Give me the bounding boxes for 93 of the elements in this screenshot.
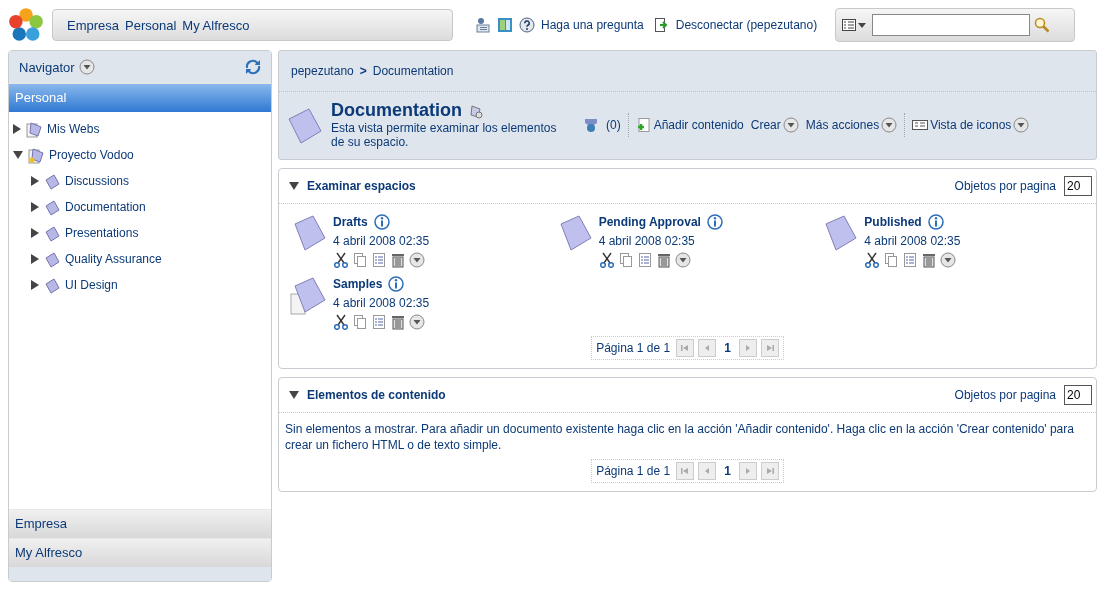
- menu-link[interactable]: Empresa: [67, 17, 120, 33]
- expander-icon[interactable]: [31, 280, 39, 290]
- space-icon: [25, 120, 43, 138]
- info-icon[interactable]: [388, 276, 405, 292]
- page-label: Página 1 de 1: [596, 341, 671, 355]
- help-link[interactable]: Haga una pregunta: [541, 18, 644, 32]
- help-icon[interactable]: [519, 17, 535, 33]
- collapse-icon[interactable]: [289, 182, 299, 190]
- info-icon[interactable]: [927, 214, 944, 230]
- breadcrumb-separator: >: [359, 64, 367, 78]
- space-date: 4 abril 2008 02:35: [864, 234, 961, 248]
- cut-icon[interactable]: [598, 252, 615, 268]
- delete-icon[interactable]: [390, 252, 406, 268]
- tree-item[interactable]: UI Design: [9, 272, 271, 298]
- expander-icon[interactable]: [31, 202, 39, 212]
- cut-icon[interactable]: [333, 314, 349, 330]
- cut-icon[interactable]: [333, 252, 349, 268]
- add-content-link[interactable]: Añadir contenido: [635, 116, 744, 133]
- folder-icon: [43, 224, 61, 242]
- per-page-field[interactable]: 20: [1064, 385, 1092, 405]
- user-icon[interactable]: [475, 17, 491, 33]
- dropdown-icon[interactable]: [78, 59, 95, 75]
- tree-item[interactable]: Quality Assurance: [9, 246, 271, 272]
- tree-item[interactable]: Mis Webs: [9, 116, 271, 142]
- info-icon[interactable]: [706, 214, 723, 230]
- search-options-button[interactable]: [840, 16, 869, 34]
- panel-title: Elementos de contenido: [307, 388, 446, 402]
- dropdown-icon: [1013, 116, 1030, 133]
- create-menu[interactable]: Crear: [750, 116, 799, 133]
- delete-icon[interactable]: [655, 252, 672, 268]
- current-page: 1: [723, 464, 732, 478]
- search-field[interactable]: [872, 14, 1031, 36]
- space-icon: [27, 146, 45, 164]
- cut-icon[interactable]: [864, 252, 881, 268]
- more-icon[interactable]: [409, 314, 425, 330]
- delete-icon[interactable]: [921, 252, 938, 268]
- space-name-link[interactable]: Samples: [333, 277, 383, 291]
- logout-link[interactable]: Desconectar (pepezutano): [675, 18, 818, 32]
- more-icon[interactable]: [940, 252, 957, 268]
- space-name-link[interactable]: Drafts: [333, 215, 368, 229]
- navigator-section-tab[interactable]: Empresa: [9, 509, 271, 538]
- caret-icon: [858, 22, 867, 28]
- info-icon[interactable]: [373, 214, 390, 230]
- add-document-icon: [635, 116, 652, 133]
- refresh-icon[interactable]: [245, 59, 261, 75]
- space-date: 4 abril 2008 02:35: [598, 234, 696, 248]
- navigator-title: Navigator: [19, 59, 75, 75]
- last-page-icon: [764, 466, 775, 476]
- dropdown-icon: [782, 116, 799, 133]
- per-page-label: Objetos por pagina: [954, 179, 1056, 193]
- space-title: Documentation: [331, 100, 462, 121]
- more-actions-menu[interactable]: Más acciones: [805, 116, 898, 133]
- folder-icon: [43, 198, 61, 216]
- folder-icon: [43, 276, 61, 294]
- view-mode-menu[interactable]: Vista de iconos: [912, 116, 1030, 133]
- page-label: Página 1 de 1: [596, 464, 671, 478]
- logout-icon[interactable]: [653, 17, 670, 33]
- breadcrumb-link[interactable]: Documentation: [372, 64, 454, 78]
- last-page-icon: [764, 343, 775, 353]
- breadcrumb-link[interactable]: pepezutano: [291, 64, 354, 78]
- collapse-icon[interactable]: [289, 391, 299, 399]
- navigator-section-tab[interactable]: My Alfresco: [9, 538, 271, 567]
- expander-icon[interactable]: [31, 254, 39, 264]
- discussion-count: (0): [606, 117, 621, 132]
- folder-icon: [43, 250, 61, 268]
- first-page-icon: [680, 343, 691, 353]
- space-name-link[interactable]: Published: [864, 215, 922, 229]
- first-page-icon: [680, 466, 691, 476]
- menu-link[interactable]: My Alfresco: [182, 17, 250, 33]
- space-date: 4 abril 2008 02:35: [333, 296, 430, 310]
- logo-icon: [8, 7, 44, 43]
- dropdown-icon: [881, 116, 898, 133]
- per-page-field[interactable]: 20: [1064, 176, 1092, 196]
- tree-item[interactable]: Proyecto Vodoo: [9, 142, 271, 168]
- space-name-link[interactable]: Pending Approval: [598, 215, 701, 229]
- search-icon[interactable]: [1034, 17, 1051, 33]
- current-page: 1: [723, 341, 732, 355]
- space-date: 4 abril 2008 02:35: [333, 234, 430, 248]
- list-icon: [842, 18, 857, 32]
- empty-message: Sin elementos a mostrar. Para añadir un documento existente haga clic en la acción 'Añadir contenido'. Haga clic en la acción 'Crear contenido' para crear un fichero HTML o de texto simple.: [285, 421, 1075, 453]
- tree-item[interactable]: Documentation: [9, 194, 271, 220]
- expander-icon[interactable]: [31, 228, 39, 238]
- tree-item[interactable]: Discussions: [9, 168, 271, 194]
- per-page-label: Objetos por pagina: [954, 388, 1056, 402]
- more-icon[interactable]: [674, 252, 691, 268]
- space-description: Esta vista permite examinar los elementos de su espacio.: [331, 121, 558, 149]
- expander-icon[interactable]: [31, 176, 39, 186]
- panel-title: Examinar espacios: [307, 179, 416, 193]
- menu-link[interactable]: Personal: [125, 17, 177, 33]
- tree-item[interactable]: Presentations: [9, 220, 271, 246]
- delete-icon[interactable]: [390, 314, 406, 330]
- more-icon[interactable]: [409, 252, 425, 268]
- folder-icon: [43, 172, 61, 190]
